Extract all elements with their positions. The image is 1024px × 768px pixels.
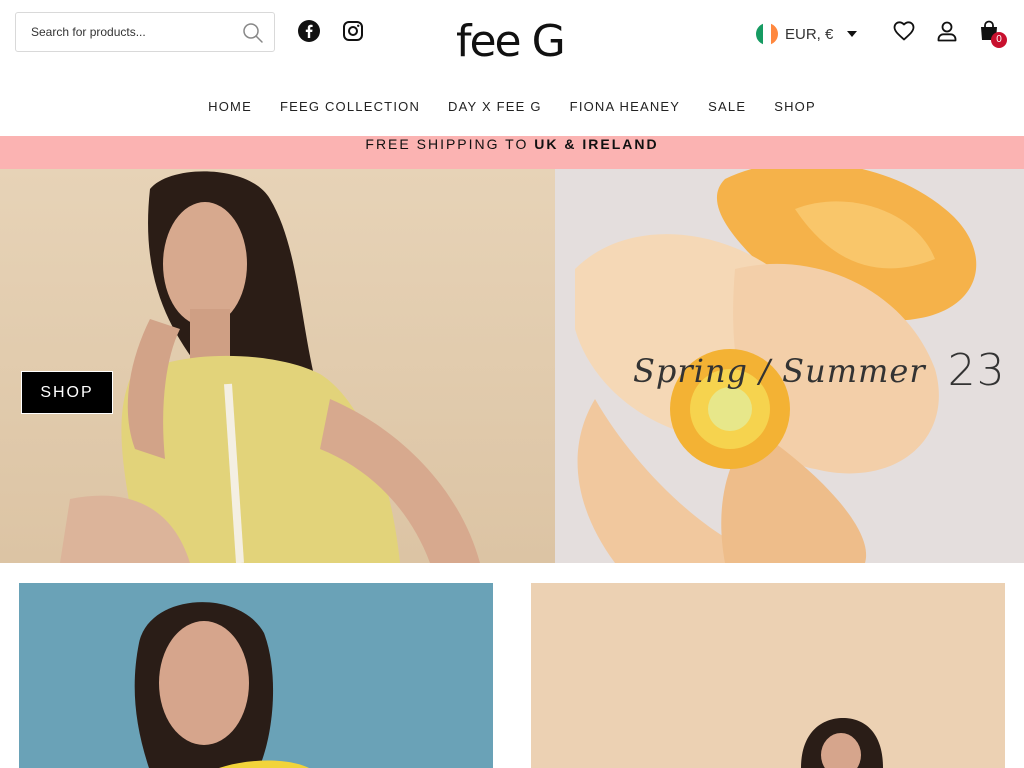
nav-item-home[interactable]: HOME	[208, 96, 252, 118]
brand-logo[interactable]: fee G	[456, 6, 570, 67]
nav-item-day-x-fee-g[interactable]: DAY X FEE G	[448, 96, 542, 118]
announcement-highlight: UK & IRELAND	[534, 136, 659, 152]
season-year: 23	[947, 345, 1006, 396]
season-title: Spring / Summer 23	[633, 345, 1006, 396]
search-input[interactable]	[16, 13, 236, 51]
search-icon[interactable]	[242, 22, 264, 44]
announcement-text: FREE SHIPPING TO	[365, 136, 535, 152]
currency-label: EUR, €	[785, 25, 834, 43]
currency-selector[interactable]: EUR, €	[756, 22, 858, 46]
hero-shop-button[interactable]: SHOP	[21, 371, 113, 414]
nav-item-fiona-heaney[interactable]: FIONA HEANEY	[570, 96, 680, 118]
ireland-flag-icon	[756, 23, 778, 45]
announcement-bar: FREE SHIPPING TO UK & IRELAND	[0, 136, 1024, 169]
user-icon[interactable]	[935, 19, 959, 43]
logo-text: fee G	[456, 16, 566, 67]
heart-icon[interactable]	[892, 19, 916, 43]
instagram-icon[interactable]	[341, 19, 365, 43]
facebook-icon[interactable]	[297, 19, 321, 43]
nav-item-shop[interactable]: SHOP	[774, 96, 816, 118]
caret-down-icon	[847, 31, 858, 37]
nav-item-sale[interactable]: SALE	[708, 96, 746, 118]
site-header: fee G EUR, € 0 HOME FEEG COLLECTION DAY …	[0, 0, 1024, 136]
cart-count-badge: 0	[991, 32, 1007, 48]
collection-tile-1[interactable]	[19, 583, 493, 768]
hero-model-photo: SHOP	[0, 169, 555, 563]
main-nav: HOME FEEG COLLECTION DAY X FEE G FIONA H…	[0, 96, 1024, 118]
collection-tile-2[interactable]	[531, 583, 1005, 768]
season-text: Spring / Summer	[633, 352, 926, 390]
nav-item-feeg-collection[interactable]: FEEG COLLECTION	[280, 96, 420, 118]
search-box	[15, 12, 275, 52]
hero-banner[interactable]: SHOP Spring / Summer 23	[0, 169, 1024, 563]
